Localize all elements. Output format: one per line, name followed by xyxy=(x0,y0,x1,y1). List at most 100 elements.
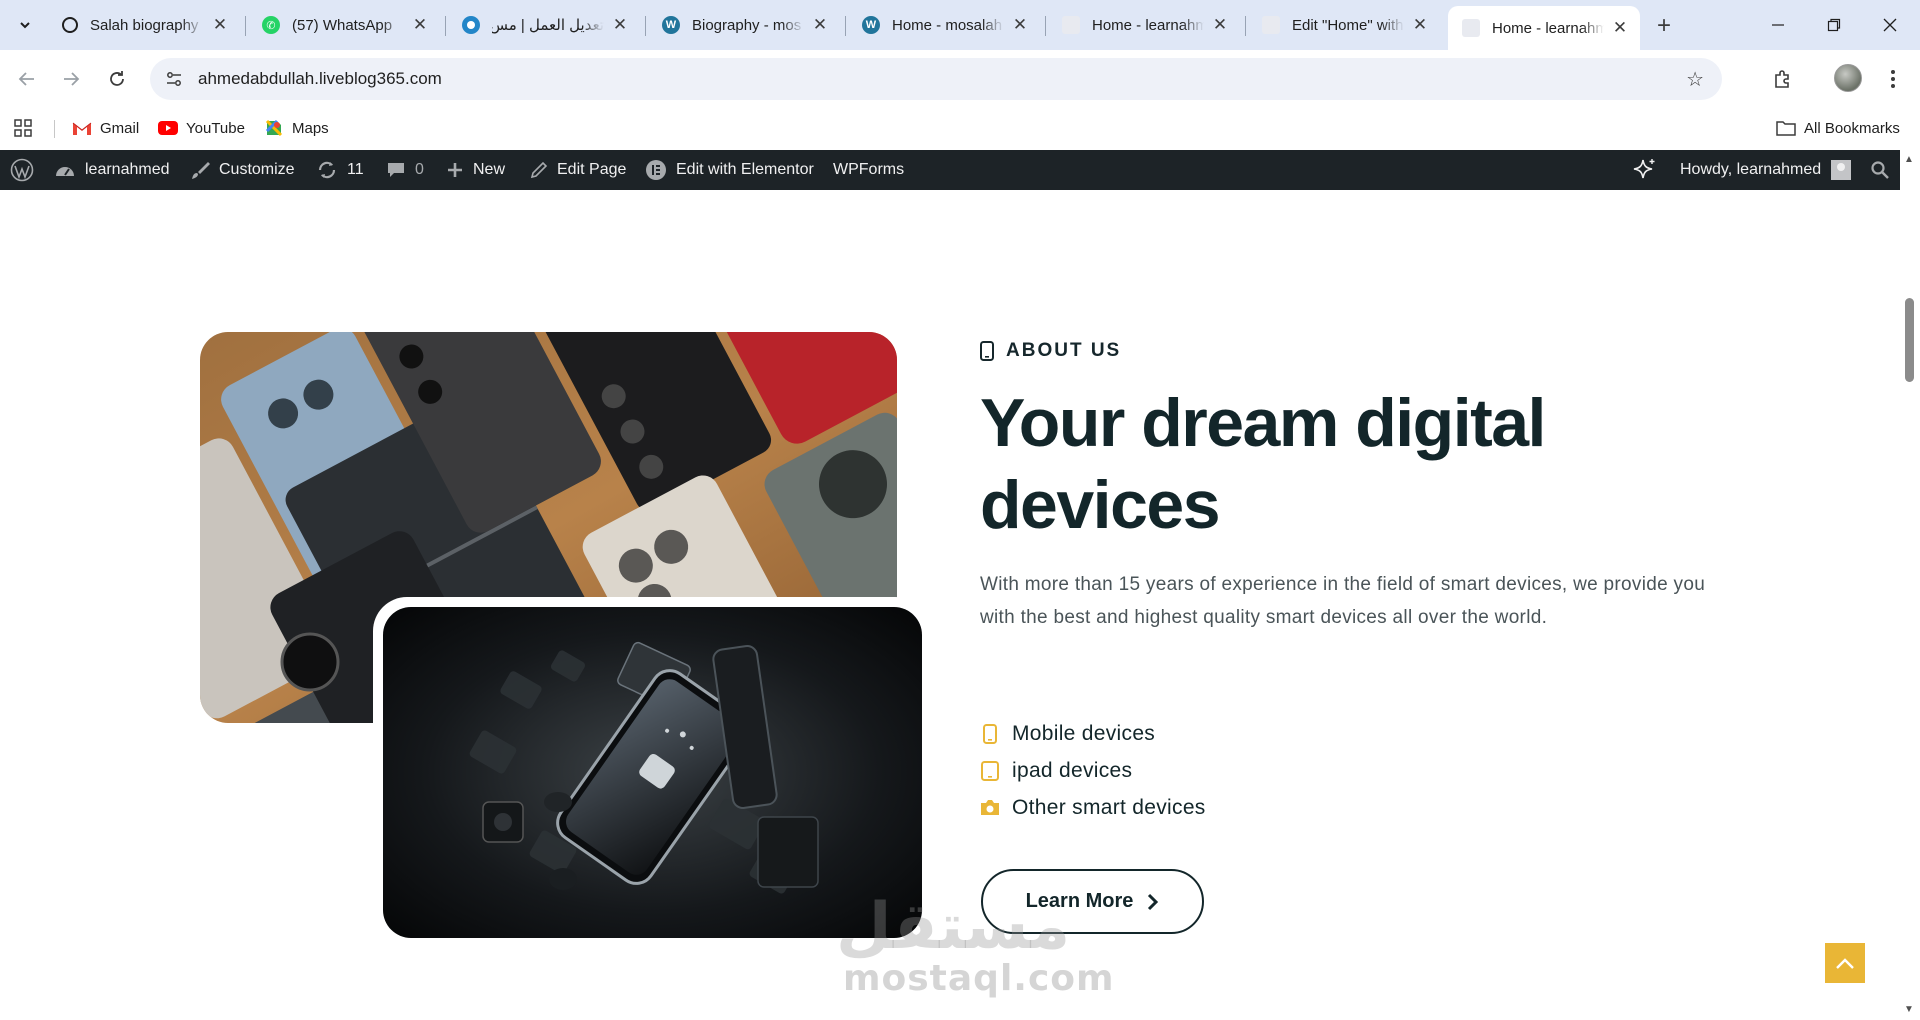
admin-wpforms[interactable]: WPForms xyxy=(833,150,904,190)
close-icon[interactable]: ✕ xyxy=(1010,15,1030,35)
customize-label: Customize xyxy=(219,161,295,178)
admin-my-account[interactable]: Howdy, learnahmed xyxy=(1680,150,1852,190)
browser-tab[interactable]: تعديل العمل | مس ✕ xyxy=(448,8,640,42)
tab-title: Home - learnahm xyxy=(1092,16,1204,34)
admin-customize[interactable]: Customize xyxy=(190,150,295,190)
browser-tabstrip: Salah biography ✕ ✆ (57) WhatsApp ✕ تعدي… xyxy=(0,0,1920,50)
tab-divider xyxy=(845,16,846,36)
tab-search-button[interactable] xyxy=(10,11,40,39)
new-tab-button[interactable]: + xyxy=(1650,12,1678,40)
scroll-up-arrow-icon[interactable]: ▲ xyxy=(1904,154,1914,165)
close-icon[interactable]: ✕ xyxy=(610,15,630,35)
scrollbar-thumb[interactable] xyxy=(1905,298,1914,382)
camera-icon xyxy=(980,798,1000,818)
wp-logo-button[interactable] xyxy=(10,150,43,190)
chevron-down-icon xyxy=(20,22,30,29)
browser-tab[interactable]: W Biography - mos ✕ xyxy=(648,8,840,42)
page-icon xyxy=(1462,19,1480,37)
list-item: Mobile devices xyxy=(980,715,1206,752)
browser-tab[interactable]: ✆ (57) WhatsApp ✕ xyxy=(248,8,440,42)
page-scrollbar[interactable] xyxy=(1900,150,1920,1020)
page-icon xyxy=(1062,16,1080,34)
chevron-right-icon xyxy=(1147,893,1159,911)
user-avatar xyxy=(1831,160,1852,180)
close-icon[interactable]: ✕ xyxy=(210,15,230,35)
chatgpt-icon xyxy=(62,17,78,33)
admin-site-name[interactable]: learnahmed xyxy=(54,150,170,190)
extensions-button[interactable] xyxy=(1768,64,1798,94)
list-item: Other smart devices xyxy=(980,789,1206,826)
browser-tab[interactable]: Edit "Home" with ✕ xyxy=(1248,8,1440,42)
updates-count: 11 xyxy=(347,161,364,178)
browser-tab[interactable]: W Home - mosalah ✕ xyxy=(848,8,1040,42)
admin-edit-elementor[interactable]: Edit with Elementor xyxy=(645,150,814,190)
arrow-right-icon xyxy=(64,72,80,86)
close-icon[interactable]: ✕ xyxy=(810,15,830,35)
browser-tab-active[interactable]: Home - learnahm ✕ xyxy=(1448,6,1640,50)
tab-divider xyxy=(445,16,446,36)
pencil-icon xyxy=(530,161,548,179)
minimize-icon xyxy=(1772,24,1784,26)
bookmark-label: Maps xyxy=(292,119,329,137)
close-icon[interactable]: ✕ xyxy=(1410,15,1430,35)
wordpress-icon: W xyxy=(662,16,680,34)
close-icon[interactable]: ✕ xyxy=(410,15,430,35)
profile-avatar[interactable] xyxy=(1834,64,1862,92)
scroll-to-top-button[interactable] xyxy=(1825,943,1865,983)
admin-updates[interactable]: 11 xyxy=(316,150,364,190)
tab-divider xyxy=(645,16,646,36)
close-window-button[interactable] xyxy=(1862,6,1918,44)
tab-divider xyxy=(245,16,246,36)
feature-label: ipad devices xyxy=(1012,758,1133,782)
wordpress-icon: W xyxy=(862,16,880,34)
address-bar[interactable]: ahmedabdullah.liveblog365.com ☆ xyxy=(150,58,1722,100)
brush-icon xyxy=(190,160,210,180)
feature-label: Mobile devices xyxy=(1012,721,1156,745)
browser-tab[interactable]: Home - learnahm ✕ xyxy=(1048,8,1240,42)
reload-button[interactable] xyxy=(102,64,132,94)
close-icon[interactable]: ✕ xyxy=(1210,15,1230,35)
close-icon[interactable]: ✕ xyxy=(1610,18,1630,38)
chevron-up-icon xyxy=(1836,958,1854,969)
tablet-icon xyxy=(980,760,1000,781)
minimize-button[interactable] xyxy=(1750,6,1806,44)
tab-title: Salah biography xyxy=(90,16,199,34)
section-headline: Your dream digital devices xyxy=(980,385,1546,543)
all-bookmarks-button[interactable]: All Bookmarks xyxy=(1776,116,1900,140)
arrow-left-icon xyxy=(18,72,34,86)
bookmark-star-icon[interactable]: ☆ xyxy=(1686,67,1704,92)
apps-button[interactable] xyxy=(14,116,32,140)
all-bookmarks-label: All Bookmarks xyxy=(1804,119,1900,137)
scroll-down-arrow-icon[interactable]: ▼ xyxy=(1904,1004,1914,1015)
site-info-icon[interactable] xyxy=(162,67,186,91)
back-button[interactable] xyxy=(12,64,42,94)
wordpress-icon xyxy=(10,158,34,182)
browser-menu-button[interactable] xyxy=(1878,64,1908,94)
admin-search[interactable] xyxy=(1870,150,1890,190)
restore-button[interactable] xyxy=(1806,6,1862,44)
tab-divider xyxy=(1045,16,1046,36)
updates-icon xyxy=(316,160,338,180)
comments-count: 0 xyxy=(415,161,424,178)
browser-tab[interactable]: Salah biography ✕ xyxy=(48,8,240,42)
tab-title: Edit "Home" with xyxy=(1292,16,1404,34)
maps-icon xyxy=(264,119,284,137)
browser-toolbar: ahmedabdullah.liveblog365.com ☆ xyxy=(0,50,1920,108)
admin-new[interactable]: New xyxy=(446,150,505,190)
reload-icon xyxy=(110,71,124,86)
bookmark-youtube[interactable]: YouTube xyxy=(158,116,245,140)
list-item: ipad devices xyxy=(980,752,1206,789)
bookmark-maps[interactable]: Maps xyxy=(264,116,329,140)
apps-grid-icon xyxy=(14,119,32,137)
new-label: New xyxy=(473,161,506,178)
puzzle-icon xyxy=(1775,70,1789,88)
admin-comments[interactable]: 0 xyxy=(386,150,424,190)
admin-edit-page[interactable]: Edit Page xyxy=(530,150,626,190)
bookmark-gmail[interactable]: Gmail xyxy=(72,116,139,140)
plus-icon xyxy=(446,161,464,179)
watermark-latin: mostaql.com xyxy=(843,958,1115,999)
url-text[interactable]: ahmedabdullah.liveblog365.com xyxy=(198,69,442,89)
tab-title: Biography - mos xyxy=(692,16,802,34)
admin-ai-button[interactable] xyxy=(1632,150,1658,190)
forward-button[interactable] xyxy=(56,64,86,94)
